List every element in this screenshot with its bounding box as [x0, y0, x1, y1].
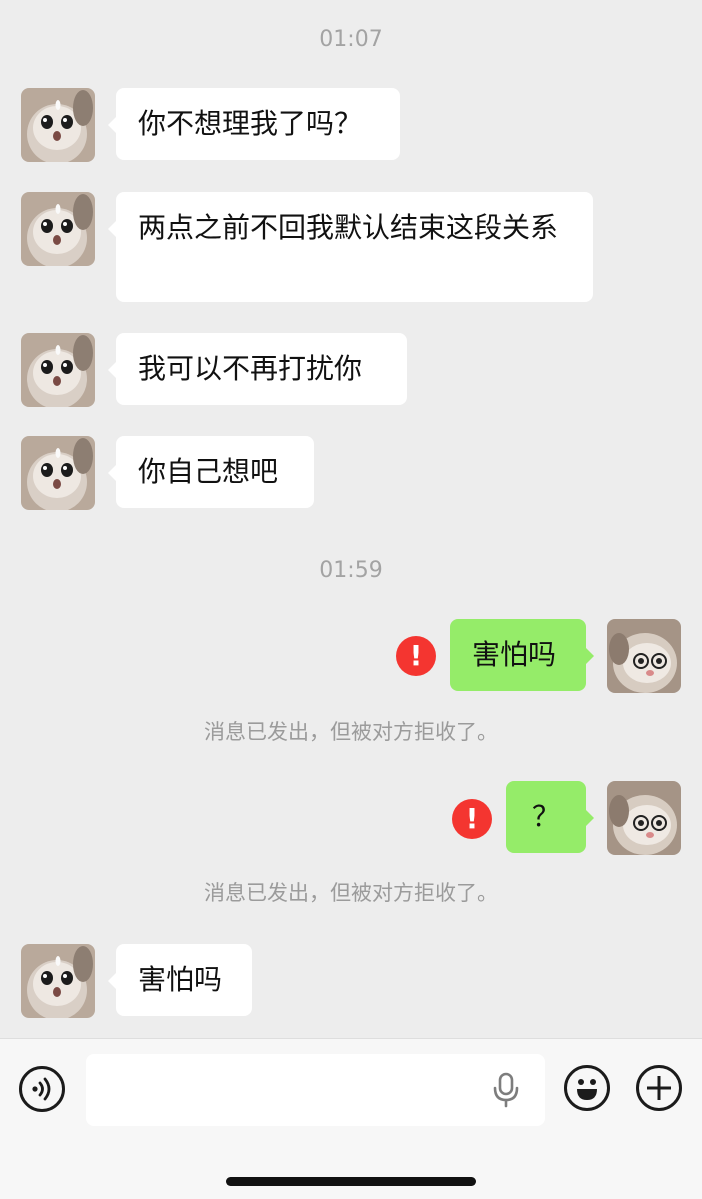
received-message[interactable]: 我可以不再打扰你 [108, 333, 407, 405]
emoji-button[interactable] [564, 1065, 610, 1111]
contact-avatar[interactable] [21, 88, 95, 162]
received-message[interactable]: 害怕吗 [108, 944, 252, 1016]
chat-area[interactable]: 01:07 你不想理我了吗？ 两点之前不回我默认结束这段关系 我可以不再打扰你 … [0, 0, 702, 1038]
timestamp: 01:07 [319, 27, 383, 52]
rejected-notice: 消息已发出，但被对方拒收了。 [204, 720, 498, 744]
contact-avatar[interactable] [21, 944, 95, 1018]
more-button[interactable] [636, 1065, 682, 1111]
send-failed-icon[interactable]: ! [452, 799, 492, 839]
message-input[interactable] [86, 1054, 545, 1126]
send-failed-icon[interactable]: ! [396, 636, 436, 676]
contact-avatar[interactable] [21, 192, 95, 266]
received-message[interactable]: 你不想理我了吗？ [108, 88, 400, 160]
hamster-avatar-icon [21, 436, 95, 510]
input-bar [0, 1038, 702, 1199]
timestamp: 01:59 [319, 558, 383, 583]
contact-avatar[interactable] [21, 333, 95, 407]
sent-message[interactable]: ？ [506, 781, 594, 853]
voice-button[interactable] [19, 1066, 65, 1112]
microphone-icon[interactable] [490, 1072, 522, 1108]
rejected-notice: 消息已发出，但被对方拒收了。 [204, 881, 498, 905]
hamster-glasses-avatar-icon [607, 619, 681, 693]
hamster-avatar-icon [21, 88, 95, 162]
hamster-glasses-avatar-icon [607, 781, 681, 855]
my-avatar[interactable] [607, 619, 681, 693]
hamster-avatar-icon [21, 944, 95, 1018]
emoji-icon [577, 1079, 597, 1100]
contact-avatar[interactable] [21, 436, 95, 510]
sent-message[interactable]: 害怕吗 [450, 619, 594, 691]
received-message[interactable]: 你自己想吧 [108, 436, 314, 508]
voice-icon [32, 1077, 51, 1101]
my-avatar[interactable] [607, 781, 681, 855]
hamster-avatar-icon [21, 333, 95, 407]
plus-icon [647, 1076, 671, 1100]
received-message[interactable]: 两点之前不回我默认结束这段关系 [108, 192, 593, 302]
hamster-avatar-icon [21, 192, 95, 266]
home-indicator [226, 1177, 476, 1186]
